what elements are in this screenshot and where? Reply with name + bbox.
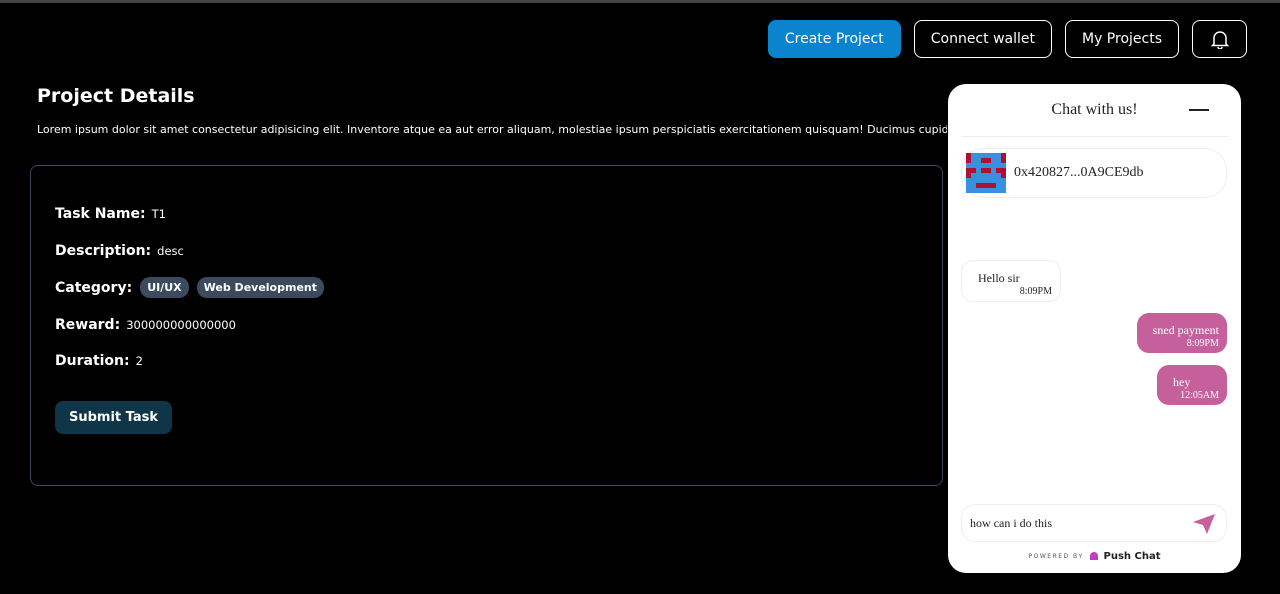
peer-address: 0x420827...0A9CE9db bbox=[1014, 165, 1144, 180]
category-tag: Web Development bbox=[196, 277, 324, 298]
category-row: Category: UI/UX Web Development bbox=[55, 277, 324, 298]
page-title: Project Details bbox=[37, 85, 195, 107]
message-time: 8:09PM bbox=[1186, 338, 1219, 349]
task-card: Task Name: T1 Description: desc Category: U… bbox=[30, 165, 943, 486]
duration-value: 2 bbox=[135, 354, 143, 368]
message-text: hey bbox=[1173, 375, 1191, 389]
connect-wallet-button[interactable]: Connect wallet bbox=[913, 20, 1052, 58]
task-name-row: Task Name: T1 bbox=[55, 206, 166, 222]
reward-row: Reward: 300000000000000 bbox=[55, 317, 236, 333]
push-bell-icon bbox=[1089, 552, 1098, 560]
duration-row: Duration: 2 bbox=[55, 353, 143, 369]
message-input-value: how can i do this bbox=[970, 515, 1052, 530]
divider bbox=[961, 136, 1228, 137]
submit-task-button[interactable]: Submit Task bbox=[55, 401, 173, 434]
send-icon[interactable] bbox=[1192, 513, 1216, 535]
avatar bbox=[966, 153, 1006, 193]
label: Reward: bbox=[55, 317, 121, 333]
create-project-button[interactable]: Create Project bbox=[767, 20, 901, 58]
chat-peer[interactable]: 0x420827...0A9CE9db bbox=[961, 148, 1227, 198]
message-time: 12:05AM bbox=[1180, 390, 1219, 401]
label: Description: bbox=[55, 243, 152, 259]
description-row: Description: desc bbox=[55, 243, 184, 259]
message-time: 8:09PM bbox=[1019, 286, 1052, 297]
label: Category: bbox=[55, 279, 133, 296]
message-outgoing: sned payment 8:09PM bbox=[1136, 313, 1227, 353]
message-input[interactable]: how can i do this bbox=[961, 504, 1227, 542]
message-text: sned payment bbox=[1152, 323, 1219, 337]
window-top-border bbox=[0, 0, 1280, 3]
task-description: desc bbox=[157, 244, 184, 258]
brand-name: Push Chat bbox=[1103, 551, 1161, 562]
powered-by: POWERED BY Push Chat bbox=[948, 551, 1241, 562]
bell-icon bbox=[1210, 31, 1229, 49]
minimize-icon[interactable] bbox=[1189, 109, 1209, 111]
message-outgoing: hey 12:05AM bbox=[1157, 365, 1227, 405]
label: Task Name: bbox=[55, 206, 146, 222]
top-nav: Create Project Connect wallet My Project… bbox=[767, 20, 1247, 58]
powered-by-label: POWERED BY bbox=[1028, 553, 1084, 560]
reward-value: 300000000000000 bbox=[126, 318, 236, 332]
task-name: T1 bbox=[151, 207, 166, 221]
category-tag: UI/UX bbox=[140, 277, 189, 298]
my-projects-button[interactable]: My Projects bbox=[1064, 20, 1179, 58]
message-incoming: Hello sir 8:09PM bbox=[961, 260, 1061, 302]
notifications-button[interactable] bbox=[1192, 20, 1247, 58]
page-description: Lorem ipsum dolor sit amet consectetur a… bbox=[37, 123, 947, 136]
chat-widget: Chat with us! 0x420827...0A9CE9db Hello … bbox=[948, 84, 1241, 573]
message-text: Hello sir bbox=[978, 271, 1020, 285]
label: Duration: bbox=[55, 353, 130, 369]
